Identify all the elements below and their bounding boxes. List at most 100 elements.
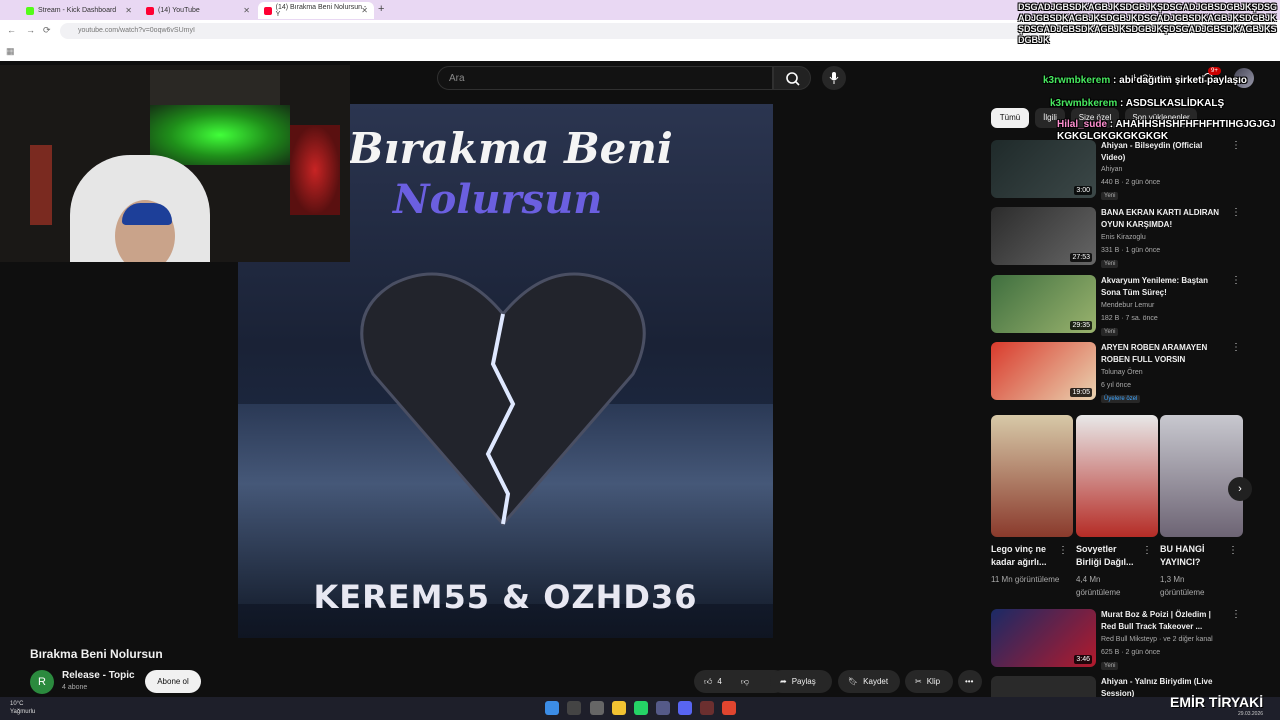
save-button[interactable]: 🔖︎ Kaydet [838,670,900,693]
related-video[interactable]: 3:46 Murat Boz & Poizi | Özledim | Red B… [991,609,1247,671]
more-actions-button[interactable]: ••• [958,670,982,693]
more-icon[interactable]: ⋮ [1058,545,1068,556]
like-icon[interactable]: 👍︎ [704,677,712,687]
short-thumbnail[interactable] [1076,415,1158,537]
video-thumbnail[interactable]: 3:00 [991,140,1096,198]
duration-badge: 3:00 [1074,186,1092,195]
duration-badge: 29:35 [1070,321,1092,330]
green-light-art [150,105,290,165]
close-icon[interactable]: ✕ [361,6,368,15]
related-channel[interactable]: Ahiyan [1101,166,1122,173]
notification-badge: 9+ [1208,67,1221,75]
dislike-icon[interactable]: 👎︎ [741,677,749,687]
related-meta: 6 yıl önce [1101,382,1131,389]
search-icon[interactable] [567,701,581,715]
video-thumbnail[interactable]: 3:46 [991,609,1096,667]
reload-icon[interactable]: ⟳ [43,25,51,36]
related-video[interactable]: 19:05 ARYEN ROBEN ARAMAYEN ROBEN FULL VO… [991,342,1247,404]
search-button[interactable] [773,66,811,90]
subscribe-button[interactable]: Abone ol [145,670,201,693]
chrome-icon[interactable] [722,701,736,715]
tab-label: Stream - Kick Dashboard [38,7,117,14]
short-views: 4,4 Mn görüntüleme [1076,575,1121,597]
related-video[interactable]: 27:53 BANA EKRAN KARTI ALDIRAN OYUN KARŞ… [991,207,1247,269]
related-meta: 625 B · 2 gün önce [1101,649,1161,656]
apps-grid-icon[interactable]: ▦ [6,46,15,57]
tab-current-video[interactable]: (14) Bırakma Beni Nolursun - Y ✕ [258,2,374,19]
share-label: Paylaş [791,677,816,686]
more-icon[interactable]: ⋮ [1142,545,1152,556]
short-thumbnail[interactable] [991,415,1073,537]
discord-icon[interactable] [678,701,692,715]
chat-username: k3rwmbkerem [1050,98,1118,109]
cover-title-line-1: Bırakma Beni [348,124,673,173]
related-channel[interactable]: Enis Kirazoglu [1101,234,1146,241]
short-title[interactable]: BU HANGİ YAYINCI? [1160,543,1228,569]
task-view-icon[interactable] [590,701,604,715]
tab-kick-dashboard[interactable]: Stream - Kick Dashboard ✕ [20,2,138,19]
scissors-icon: ✂ [915,677,922,686]
related-title[interactable]: BANA EKRAN KARTI ALDIRAN OYUN KARŞIMDA! [1101,207,1221,231]
figure-art [30,145,52,225]
short-thumbnail[interactable] [1160,415,1243,537]
app-icon[interactable] [656,701,670,715]
related-meta: 331 B · 1 gün önce [1101,247,1161,254]
close-icon[interactable]: ✕ [125,6,132,15]
related-channel[interactable]: Mendebur Lemur [1101,302,1154,309]
tab-youtube[interactable]: (14) YouTube ✕ [140,2,256,19]
url-field[interactable]: youtube.com/watch?v=0oqw6vSUmyI [60,23,1040,39]
back-icon[interactable]: ← [7,25,16,35]
new-tab-button[interactable]: + [378,3,384,15]
more-icon[interactable]: ⋮ [1228,545,1238,556]
more-icon[interactable]: ⋮ [1231,275,1241,286]
video-thumbnail[interactable] [991,676,1096,697]
related-meta: 182 B · 7 sa. önce [1101,315,1158,322]
kick-icon [26,6,34,15]
search-icon [786,72,800,86]
chat-text: ASDSLKASLİDKALŞ [1125,98,1225,109]
weather-text: Yağmurlu [10,709,36,715]
whatsapp-icon[interactable] [634,701,648,715]
related-channel[interactable]: Tolunay Ören [1101,369,1143,376]
close-icon[interactable]: ✕ [243,6,250,15]
channel-avatar[interactable]: R [30,670,54,694]
video-thumbnail[interactable]: 19:05 [991,342,1096,400]
chat-text: abi dağıtım şirketi paylaşıo [1119,75,1247,86]
video-thumbnail[interactable]: 29:35 [991,275,1096,333]
more-icon[interactable]: ⋮ [1231,342,1241,353]
search-input[interactable]: Ara [437,66,773,90]
like-count[interactable]: 4 [717,677,721,686]
related-video[interactable]: 29:35 Akvaryum Yenileme: Baştan Sona Tüm… [991,275,1247,337]
watermark-date: 29.03.2026 [1238,711,1264,717]
related-title[interactable]: Akvaryum Yenileme: Baştan Sona Tüm Süreç… [1101,275,1221,299]
more-icon[interactable]: ⋮ [1231,207,1241,218]
chat-message: Hilal_sude : AHAHHSHSHFHFHFHTIHGJGJGJKGK… [1057,119,1276,142]
related-title[interactable]: Murat Boz & Poizi | Özledim | Red Bull T… [1101,609,1221,633]
share-button[interactable]: ➦ Paylaş [770,670,832,693]
folder-icon[interactable] [612,701,626,715]
weather-widget[interactable]: 10°C Yağmurlu [10,700,35,716]
obs-icon[interactable] [700,701,714,715]
related-channel[interactable]: Red Bull Miksteyp · ve 2 diğer kanal [1101,636,1213,643]
chat-message: k3rwmbkerem : abi dağıtım şirketi paylaş… [1043,75,1247,86]
related-title[interactable]: Ahiyan - Bilseydin (Official Video) [1101,140,1221,164]
related-title[interactable]: ARYEN ROBEN ARAMAYEN ROBEN FULL VORSIN [1101,342,1221,366]
chip-all[interactable]: Tümü [991,108,1029,128]
chevron-right-icon[interactable]: › [1228,477,1252,501]
channel-name[interactable]: Release - Topic [62,670,135,681]
windows-start-icon[interactable] [545,701,559,715]
forward-icon[interactable]: → [26,25,35,35]
short-title[interactable]: Lego vinç ne kadar ağırlı... [991,543,1059,569]
voice-search-button[interactable] [822,66,846,90]
channel-extra: ve 2 diğer kanal [1163,636,1213,643]
duration-badge: 3:46 [1074,655,1092,664]
related-video[interactable]: 3:00 Ahiyan - Bilseydin (Official Video)… [991,140,1247,202]
more-icon[interactable]: ⋮ [1231,609,1241,620]
short-views: 1,3 Mn görüntüleme [1160,575,1205,597]
more-icon: ••• [965,677,974,686]
clip-label: Klip [926,677,941,686]
clip-button[interactable]: ✂ Klip [905,670,953,693]
short-title[interactable]: Sovyetler Birliği Dağıl... [1076,543,1144,569]
video-thumbnail[interactable]: 27:53 [991,207,1096,265]
chat-message: DSGADJGBSDKAGBJKSDGBJKŞDSGADJGBSDGBJKŞDS… [1018,2,1278,45]
